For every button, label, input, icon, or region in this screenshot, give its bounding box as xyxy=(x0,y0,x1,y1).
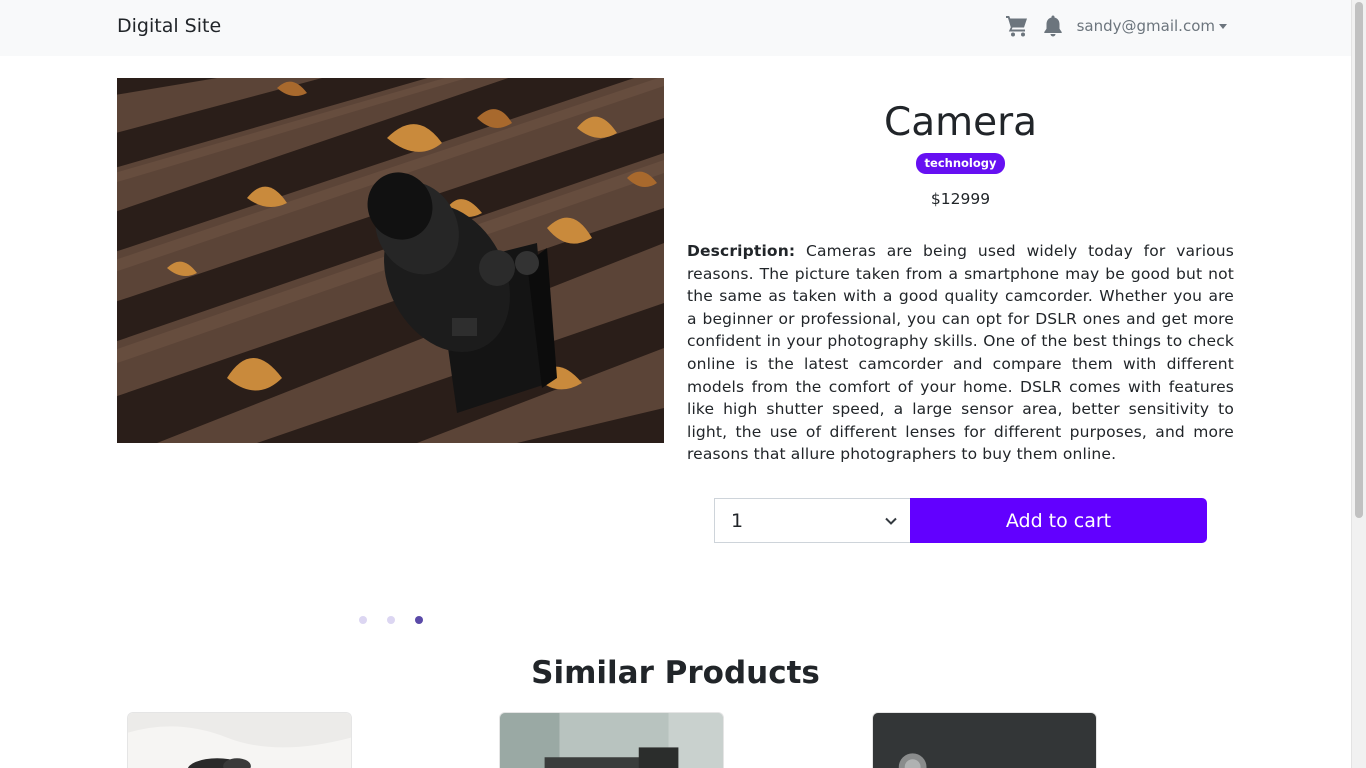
scrollbar-thumb[interactable] xyxy=(1355,2,1363,518)
quantity-value: 1 xyxy=(731,509,744,532)
carousel-dot-3[interactable] xyxy=(415,616,423,624)
carousel-indicators xyxy=(359,616,443,624)
product-title: Camera xyxy=(883,100,1038,145)
similar-product-card[interactable] xyxy=(499,712,724,768)
navbar: Digital Site sandy@gmail.com xyxy=(0,0,1351,56)
user-email: sandy@gmail.com xyxy=(1076,17,1215,35)
cart-icon[interactable] xyxy=(1005,14,1029,38)
similar-product-card[interactable] xyxy=(127,712,352,768)
page-scrollbar[interactable] xyxy=(1351,0,1366,768)
chevron-down-icon xyxy=(885,517,897,525)
carousel-dot-1[interactable] xyxy=(359,616,367,624)
chevron-down-icon xyxy=(1219,23,1227,29)
description-text: Cameras are being used widely today for … xyxy=(687,242,1234,464)
product-details: Camera technology $12999 Description: Ca… xyxy=(687,96,1234,466)
add-to-cart-button[interactable]: Add to cart xyxy=(910,498,1207,543)
quantity-select[interactable]: 1 xyxy=(714,498,910,543)
similar-product-card[interactable] xyxy=(872,712,1097,768)
product-image xyxy=(117,78,664,443)
carousel-dot-2[interactable] xyxy=(387,616,395,624)
product-price: $12999 xyxy=(930,190,991,208)
similar-product-image xyxy=(128,713,351,768)
similar-products-heading: Similar Products xyxy=(531,655,820,691)
user-dropdown[interactable]: sandy@gmail.com xyxy=(1077,17,1227,35)
similar-product-image xyxy=(500,713,723,768)
bell-icon[interactable] xyxy=(1041,14,1065,38)
product-description: Description: Cameras are being used wide… xyxy=(687,240,1234,466)
similar-product-image xyxy=(873,713,1096,768)
description-label: Description: xyxy=(687,242,796,260)
badge-wrapper: technology xyxy=(687,152,1234,174)
navbar-right: sandy@gmail.com xyxy=(1005,14,1227,38)
add-to-cart-row: 1 Add to cart xyxy=(714,498,1207,543)
category-badge: technology xyxy=(915,153,1006,174)
brand-link[interactable]: Digital Site xyxy=(117,15,221,37)
